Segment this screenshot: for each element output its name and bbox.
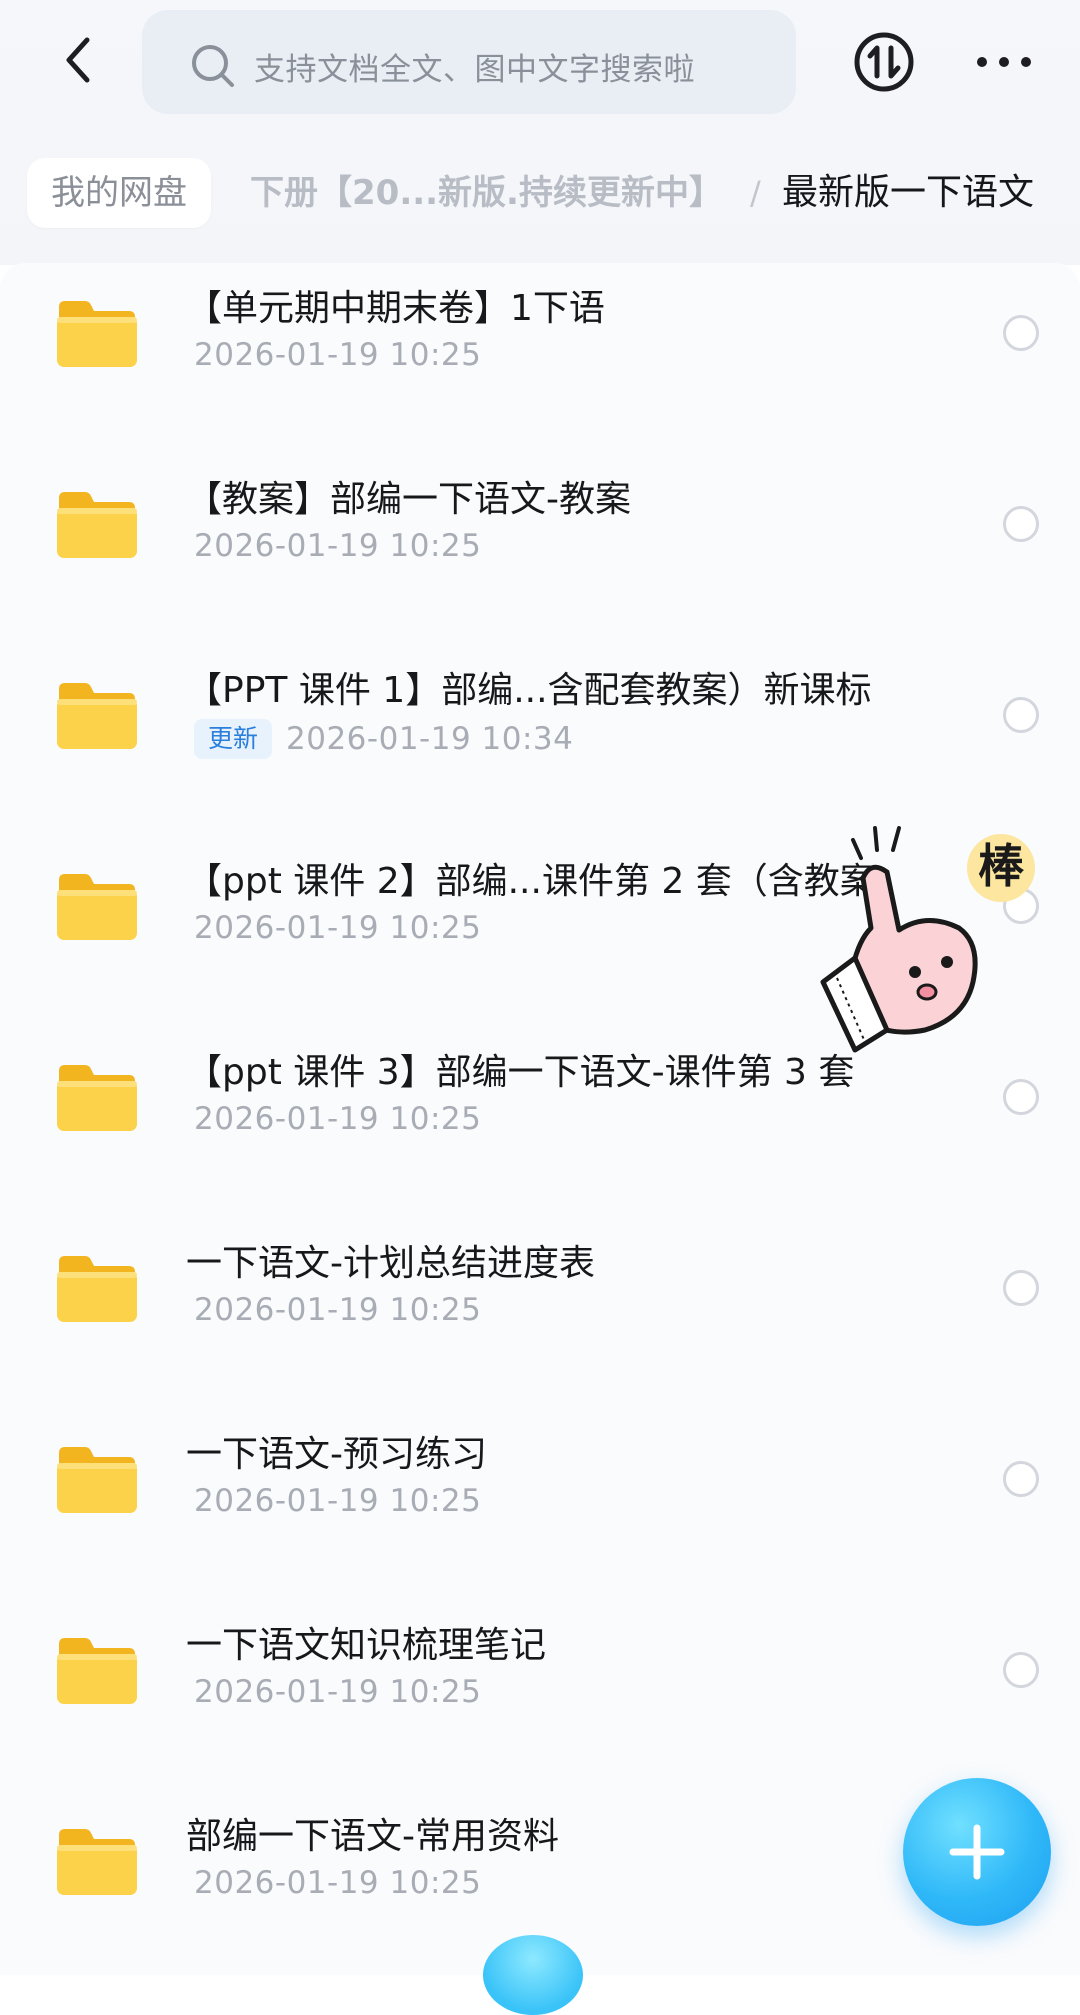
file-meta: 更新 2026-01-19 10:34 — [194, 719, 573, 763]
breadcrumb-current: 最新版一下语文 — [782, 172, 1035, 213]
top-bar: 支持文档全文、图中文字搜索啦 下册【20...新版.持续更新中】 我的网盘 / … — [0, 0, 1080, 265]
list-item[interactable]: 【单元期中期末卷】1下语 2026-01-19 10:25 — [0, 273, 1080, 464]
list-item[interactable]: 【ppt 课件 3】部编一下语文-课件第 3 套 2026-01-19 10:2… — [0, 1037, 1080, 1228]
folder-icon — [57, 874, 137, 940]
list-item[interactable]: 一下语文知识梳理笔记 2026-01-19 10:25 — [0, 1610, 1080, 1801]
add-button[interactable] — [903, 1778, 1051, 1926]
folder-icon — [57, 1829, 137, 1895]
file-title: 一下语文-预习练习 — [186, 1434, 487, 1475]
select-radio[interactable] — [1003, 1652, 1039, 1688]
file-title: 【PPT 课件 1】部编...含配套教案）新课标 — [186, 670, 872, 711]
file-meta: 2026-01-19 10:25 — [194, 910, 481, 954]
file-title: 部编一下语文-常用资料 — [186, 1816, 559, 1857]
transfer-icon — [854, 32, 914, 92]
folder-icon — [57, 1638, 137, 1704]
file-title: 【ppt 课件 2】部编...课件第 2 套（含教案 — [186, 861, 876, 902]
select-radio[interactable] — [1003, 1461, 1039, 1497]
file-meta: 2026-01-19 10:25 — [194, 1865, 481, 1909]
file-meta: 2026-01-19 10:25 — [194, 1101, 481, 1145]
list-item[interactable]: 【PPT 课件 1】部编...含配套教案）新课标 更新 2026-01-19 10… — [0, 655, 1080, 846]
plus-icon — [949, 1824, 1005, 1880]
list-item[interactable]: 一下语文-计划总结进度表 2026-01-19 10:25 — [0, 1228, 1080, 1419]
folder-icon — [57, 301, 137, 367]
assistant-bubble[interactable] — [483, 1935, 583, 2015]
folder-icon — [57, 1447, 137, 1513]
chevron-left-icon — [66, 37, 90, 83]
select-radio[interactable] — [1003, 506, 1039, 542]
list-item[interactable]: 一下语文-预习练习 2026-01-19 10:25 — [0, 1419, 1080, 1610]
file-date: 2026-01-19 10:25 — [194, 1483, 482, 1519]
breadcrumb-separator: / — [750, 174, 761, 212]
breadcrumb-root[interactable]: 我的网盘 — [27, 158, 211, 228]
file-date: 2026-01-19 10:25 — [194, 1865, 482, 1901]
file-date: 2026-01-19 10:34 — [286, 721, 574, 757]
folder-icon — [57, 1065, 137, 1131]
file-date: 2026-01-19 10:25 — [194, 910, 482, 946]
update-badge: 更新 — [194, 719, 273, 759]
folder-icon — [57, 683, 137, 749]
folder-icon — [57, 492, 137, 558]
back-button[interactable] — [55, 30, 105, 90]
search-input[interactable]: 支持文档全文、图中文字搜索啦 — [142, 10, 796, 114]
file-title: 【单元期中期末卷】1下语 — [186, 288, 605, 329]
transfer-button[interactable] — [852, 30, 916, 94]
thumbs-up-sticker: 棒 — [820, 826, 1035, 1053]
select-radio[interactable] — [1003, 315, 1039, 351]
more-button[interactable] — [972, 42, 1036, 82]
select-radio[interactable] — [1003, 697, 1039, 733]
file-date: 2026-01-19 10:25 — [194, 528, 482, 564]
file-meta: 2026-01-19 10:25 — [194, 1483, 481, 1527]
folder-icon — [57, 1256, 137, 1322]
select-radio[interactable] — [1003, 1270, 1039, 1306]
file-title: 【ppt 课件 3】部编一下语文-课件第 3 套 — [186, 1052, 855, 1093]
search-icon — [192, 45, 234, 87]
sticker-text: 棒 — [978, 839, 1025, 893]
select-radio[interactable] — [1003, 1079, 1039, 1115]
file-list: 【单元期中期末卷】1下语 2026-01-19 10:25 【教案】部编一下语文… — [0, 263, 1080, 1975]
file-title: 一下语文-计划总结进度表 — [186, 1243, 595, 1284]
file-date: 2026-01-19 10:25 — [194, 1674, 482, 1710]
file-meta: 2026-01-19 10:25 — [194, 337, 481, 381]
file-meta: 2026-01-19 10:25 — [194, 528, 481, 572]
list-item[interactable]: 【教案】部编一下语文-教案 2026-01-19 10:25 — [0, 464, 1080, 655]
file-meta: 2026-01-19 10:25 — [194, 1674, 481, 1718]
file-date: 2026-01-19 10:25 — [194, 1101, 482, 1137]
file-title: 【教案】部编一下语文-教案 — [186, 479, 631, 520]
file-title: 一下语文知识梳理笔记 — [186, 1625, 547, 1666]
file-date: 2026-01-19 10:25 — [194, 337, 482, 373]
breadcrumb: 下册【20...新版.持续更新中】 我的网盘 / 最新版一下语文 — [0, 158, 1080, 230]
search-placeholder: 支持文档全文、图中文字搜索啦 — [254, 52, 695, 88]
file-meta: 2026-01-19 10:25 — [194, 1292, 481, 1336]
breadcrumb-parent[interactable]: 下册【20...新版.持续更新中】 — [250, 158, 723, 228]
more-icon — [977, 57, 1031, 67]
file-date: 2026-01-19 10:25 — [194, 1292, 482, 1328]
